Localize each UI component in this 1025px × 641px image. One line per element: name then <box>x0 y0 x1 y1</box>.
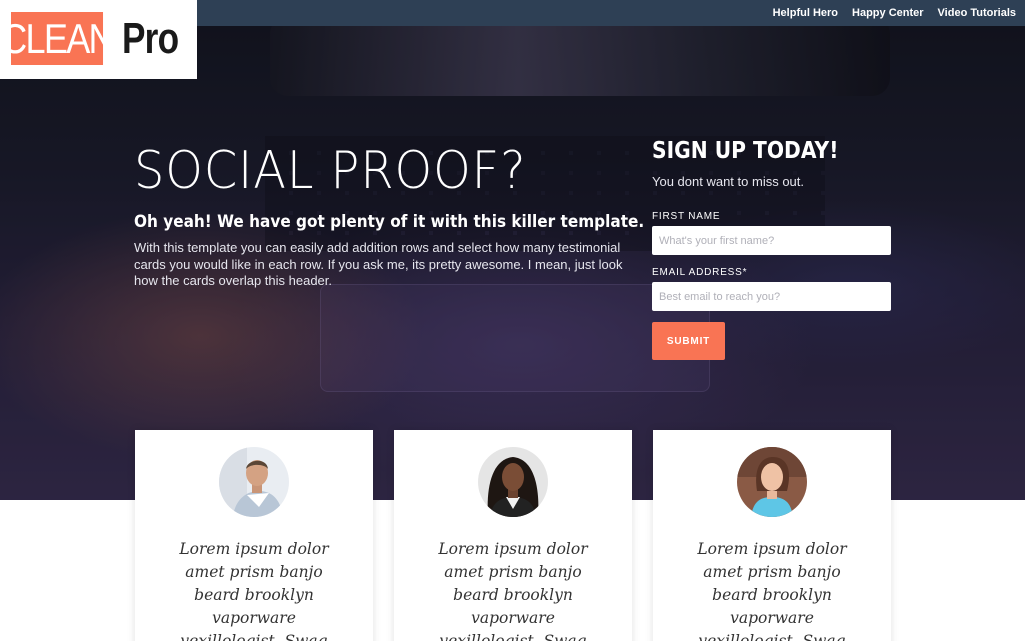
nav-link-happy-center[interactable]: Happy Center <box>852 7 924 19</box>
testimonial-quote: Lorem ipsum dolor amet prism banjo beard… <box>179 540 329 641</box>
testimonial-card: Lorem ipsum dolor amet prism banjo beard… <box>135 430 373 641</box>
testimonial-card: Lorem ipsum dolor amet prism banjo beard… <box>653 430 891 641</box>
hero-section: SOCIAL PROOF? Oh yeah! We have got plent… <box>0 26 1025 500</box>
hero-body-text: With this template you can easily add ad… <box>134 240 623 288</box>
submit-button[interactable]: SUBMIT <box>652 322 725 360</box>
logo-clean-text: CLEAN <box>1 12 115 65</box>
nav-link-video-tutorials[interactable]: Video Tutorials <box>938 7 1016 19</box>
top-nav: Helpful Hero Happy Center Video Tutorial… <box>773 0 1016 26</box>
logo[interactable]: CLEAN Pro <box>0 0 197 79</box>
avatar <box>219 447 289 517</box>
avatar <box>478 447 548 517</box>
testimonial-card: Lorem ipsum dolor amet prism banjo beard… <box>394 430 632 641</box>
hero-title: SOCIAL PROOF? <box>134 141 527 201</box>
testimonial-quote: Lorem ipsum dolor amet prism banjo beard… <box>438 540 588 641</box>
first-name-label: FIRST NAME <box>652 211 721 222</box>
testimonial-quote: Lorem ipsum dolor amet prism banjo beard… <box>697 540 847 641</box>
first-name-input[interactable] <box>652 226 891 255</box>
signup-subtitle: You dont want to miss out. <box>652 174 805 189</box>
email-input[interactable] <box>652 282 891 311</box>
avatar <box>737 447 807 517</box>
nav-link-helpful-hero[interactable]: Helpful Hero <box>773 7 838 19</box>
signup-title: SIGN UP TODAY! <box>652 138 839 164</box>
logo-pro-text: Pro <box>122 14 179 63</box>
email-label: EMAIL ADDRESS* <box>652 267 748 278</box>
hero-subtitle: Oh yeah! We have got plenty of it with t… <box>134 212 645 232</box>
